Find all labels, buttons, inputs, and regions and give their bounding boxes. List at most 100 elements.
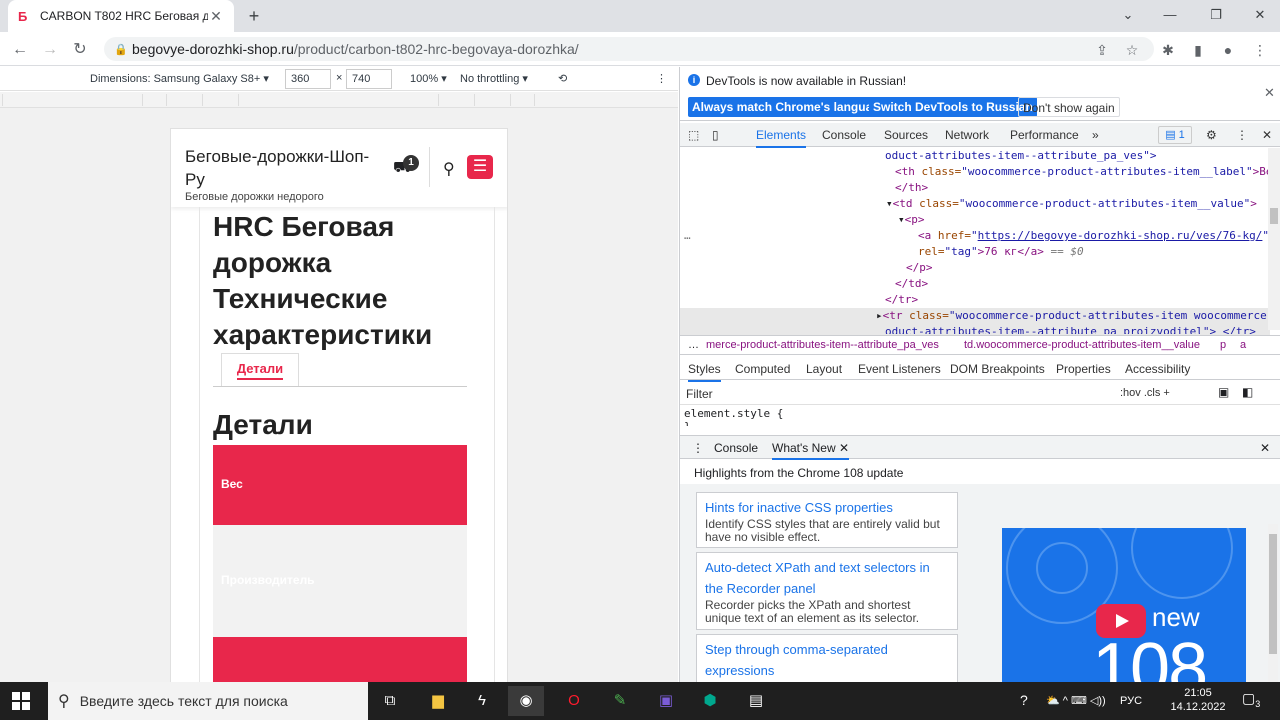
- throttling-select[interactable]: No throttling ▾: [460, 72, 528, 85]
- scroll-thumb[interactable]: [1270, 208, 1278, 224]
- dom-line[interactable]: </tr>: [885, 292, 918, 308]
- profile-avatar-icon[interactable]: ●: [1218, 40, 1238, 60]
- dom-line[interactable]: ▸<tr class="woocommerce-product-attribut…: [876, 308, 1280, 324]
- dom-line[interactable]: ▾<p>: [898, 212, 925, 228]
- hamburger-menu-icon[interactable]: ☰: [467, 155, 493, 179]
- tab-search-icon[interactable]: ⌄: [1116, 4, 1140, 26]
- tab-computed[interactable]: Computed: [735, 362, 790, 376]
- extensions-icon[interactable]: ✱: [1158, 40, 1178, 60]
- minimize-icon[interactable]: —: [1158, 4, 1182, 26]
- width-input[interactable]: 360: [285, 69, 331, 89]
- match-language-button[interactable]: Always match Chrome's language: [688, 97, 891, 117]
- expand-triangle-icon[interactable]: ▾: [886, 197, 893, 210]
- search-icon[interactable]: ⚲: [443, 159, 455, 179]
- whats-new-scrollbar[interactable]: [1268, 524, 1278, 704]
- drawer-tab-whats-new[interactable]: What's New ✕: [772, 441, 850, 460]
- scroll-thumb[interactable]: [1269, 534, 1277, 654]
- close-tab-icon[interactable]: ✕: [839, 441, 849, 455]
- tab-console[interactable]: Console: [822, 128, 866, 142]
- crumb-td[interactable]: td.woocommerce-product-attributes-item__…: [964, 339, 1200, 351]
- help-icon[interactable]: ?: [1020, 692, 1028, 708]
- close-devtools-icon[interactable]: ✕: [1262, 128, 1272, 142]
- dom-line[interactable]: <th class="woocommerce-product-attribute…: [895, 164, 1279, 180]
- window-app-icon[interactable]: ▤: [738, 686, 774, 716]
- tab-dom-breakpoints[interactable]: DOM Breakpoints: [950, 362, 1045, 376]
- height-input[interactable]: 740: [346, 69, 392, 89]
- element-style-rule[interactable]: element.style {}: [684, 407, 783, 426]
- ruler-seg[interactable]: [202, 94, 238, 106]
- crumb-ellipsis[interactable]: …: [688, 339, 699, 351]
- feature-title[interactable]: Step through comma-separated expressions: [705, 639, 949, 681]
- ruler-seg[interactable]: [238, 94, 438, 106]
- close-window-icon[interactable]: ✕: [1248, 4, 1272, 26]
- maximize-icon[interactable]: ❐: [1204, 4, 1228, 26]
- lock-icon[interactable]: 🔒: [114, 43, 132, 56]
- close-drawer-icon[interactable]: ✕: [1260, 441, 1270, 455]
- paint-icon[interactable]: ▣: [1218, 385, 1229, 399]
- tab-styles[interactable]: Styles: [688, 362, 721, 382]
- release-video-thumbnail[interactable]: new 108: [1002, 528, 1246, 708]
- ruler-seg[interactable]: [438, 94, 474, 106]
- file-explorer-icon[interactable]: ▆: [420, 686, 456, 716]
- tab-network[interactable]: Network: [945, 128, 989, 142]
- filter-tools[interactable]: :hov .cls +: [1120, 387, 1170, 399]
- opera-app-icon[interactable]: O: [556, 686, 592, 716]
- zoom-select[interactable]: 100% ▾: [410, 72, 447, 85]
- task-view-icon[interactable]: ⧉: [372, 686, 408, 716]
- device-more-icon[interactable]: ⋮: [656, 72, 667, 85]
- feature-title[interactable]: Auto-detect XPath and text selectors in …: [705, 557, 949, 599]
- dom-line-selected[interactable]: <a href="https://begovye-dorozhki-shop.r…: [918, 228, 1269, 244]
- dom-line[interactable]: </p>: [906, 260, 933, 276]
- chrome-app-icon[interactable]: ◉: [508, 686, 544, 716]
- ruler-seg[interactable]: [534, 94, 676, 106]
- dom-ellipsis[interactable]: …: [684, 228, 691, 244]
- tab-performance[interactable]: Performance: [1010, 128, 1079, 142]
- notification-icon[interactable]: ▢3: [1242, 690, 1260, 709]
- more-tabs-icon[interactable]: »: [1092, 128, 1099, 142]
- browser-menu-icon[interactable]: ⋮: [1250, 40, 1270, 60]
- dom-link[interactable]: https://begovye-dorozhki-shop.ru/ves/76-…: [978, 229, 1263, 242]
- share-icon[interactable]: ⇪: [1092, 40, 1112, 60]
- tab-elements[interactable]: Elements: [756, 128, 807, 148]
- site-title[interactable]: Беговые-дорожки-Шоп-Ру: [185, 145, 385, 191]
- dom-line-selected-cont[interactable]: rel="tag">76 кг</a> == $0: [918, 244, 1084, 260]
- feature-card[interactable]: Hints for inactive CSS properties Identi…: [696, 492, 958, 548]
- ruler-seg[interactable]: [510, 94, 534, 106]
- rotate-icon[interactable]: ⟲: [558, 72, 567, 85]
- taskbar-search[interactable]: ⚲ Введите здесь текст для поиска: [48, 682, 368, 720]
- ruler-seg[interactable]: [2, 94, 142, 106]
- tab-details[interactable]: Детали: [221, 353, 299, 387]
- ruler-seg[interactable]: [474, 94, 510, 106]
- dom-scrollbar[interactable]: [1268, 148, 1280, 330]
- notepad-app-icon[interactable]: ✎: [602, 686, 638, 716]
- crumb-tr[interactable]: merce-product-attributes-item--attribute…: [706, 339, 939, 351]
- windows-start-icon[interactable]: [12, 692, 30, 710]
- ruler-seg[interactable]: [166, 94, 202, 106]
- device-select[interactable]: Dimensions: Samsung Galaxy S8+ ▾: [90, 72, 269, 85]
- dom-line[interactable]: ▾<td class="woocommerce-product-attribut…: [886, 196, 1257, 212]
- forward-icon[interactable]: →: [40, 40, 60, 60]
- settings-gear-icon[interactable]: ⚙: [1206, 128, 1217, 142]
- media-query-ruler[interactable]: [0, 92, 678, 108]
- dom-line[interactable]: oduct-attributes-item--attribute_pa_ves"…: [885, 148, 1157, 164]
- crumb-p[interactable]: p: [1220, 339, 1226, 351]
- expand-triangle-icon[interactable]: ▾: [898, 213, 905, 226]
- feature-card[interactable]: Auto-detect XPath and text selectors in …: [696, 552, 958, 630]
- dom-line[interactable]: </td>: [895, 276, 928, 292]
- close-infobar-icon[interactable]: ✕: [1264, 85, 1275, 101]
- issues-badge[interactable]: ▤ 1: [1158, 126, 1192, 144]
- tab-event-listeners[interactable]: Event Listeners: [858, 362, 941, 376]
- new-tab-icon[interactable]: +: [244, 6, 264, 26]
- reload-icon[interactable]: ↻: [70, 40, 90, 60]
- tab-properties[interactable]: Properties: [1056, 362, 1111, 376]
- bookmark-star-icon[interactable]: ☆: [1122, 40, 1142, 60]
- feature-title[interactable]: Hints for inactive CSS properties: [705, 497, 949, 518]
- side-panel-icon[interactable]: ▮: [1188, 40, 1208, 60]
- drawer-tab-console[interactable]: Console: [714, 441, 758, 455]
- devtools-menu-icon[interactable]: ⋮: [1236, 128, 1248, 142]
- save-app-icon[interactable]: ▣: [648, 686, 684, 716]
- app-bolt-icon[interactable]: ϟ: [464, 686, 500, 716]
- dom-tree[interactable]: oduct-attributes-item--attribute_pa_ves"…: [680, 148, 1280, 342]
- sidebar-toggle-icon[interactable]: ◧: [1242, 385, 1253, 399]
- shield-app-icon[interactable]: ⬢: [692, 686, 728, 716]
